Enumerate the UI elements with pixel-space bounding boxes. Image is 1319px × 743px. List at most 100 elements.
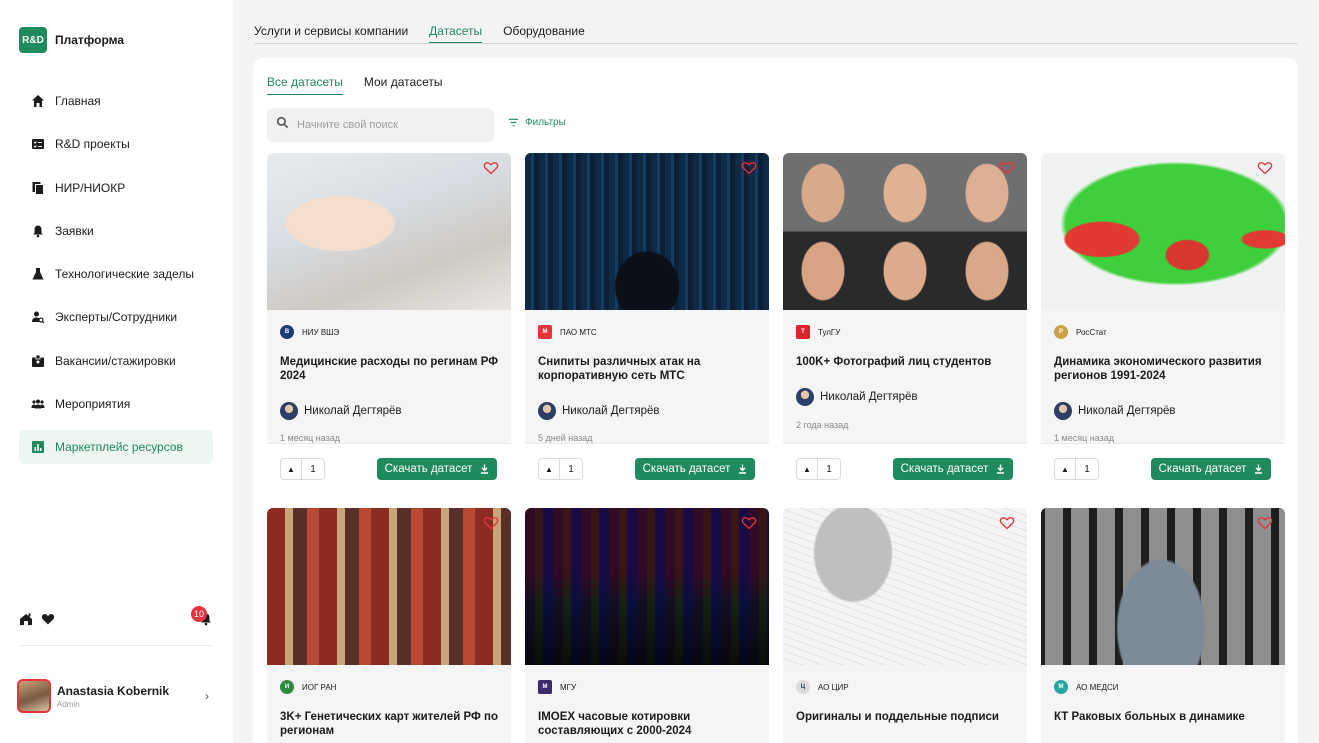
- org-logo-icon: M: [1054, 680, 1068, 694]
- tab-services[interactable]: Услуги и сервисы компании: [254, 24, 408, 43]
- dataset-time: 5 дней назад: [538, 433, 593, 443]
- dataset-card[interactable]: M АО МЕДСИ КТ Раковых больных в динамике: [1041, 508, 1285, 743]
- dataset-card[interactable]: Р РосСтат Динамика экономического развити…: [1041, 153, 1285, 493]
- dataset-title[interactable]: Оригиналы и поддельные подписи: [796, 710, 1018, 724]
- vote-control: ▲ 1: [1054, 458, 1099, 480]
- org-name: ТулГУ: [818, 327, 841, 337]
- sidebar-item-events[interactable]: Мероприятия: [19, 387, 213, 421]
- org-logo-icon: M: [538, 325, 552, 339]
- author[interactable]: Николай Дегтярёв: [538, 402, 660, 420]
- heart-outline-icon[interactable]: [1257, 516, 1273, 530]
- upvote-button[interactable]: ▲: [539, 459, 560, 479]
- tab-datasets[interactable]: Датасеты: [429, 24, 483, 43]
- dataset-title[interactable]: Снипиты различных атак на корпоративную …: [538, 355, 760, 383]
- heart-outline-icon[interactable]: [741, 516, 757, 530]
- author-avatar: [796, 388, 814, 406]
- dataset-time: 1 месяц назад: [280, 433, 340, 443]
- sidebar-item-label: Эксперты/Сотрудники: [55, 310, 178, 325]
- sidebar-item-requests[interactable]: Заявки: [19, 214, 213, 248]
- dataset-card[interactable]: И ИОГ РАН 3K+ Генетических карт жителей Р…: [267, 508, 511, 743]
- sidebar-item-label: Вакансии/стажировки: [55, 353, 176, 368]
- sidebar-item-nir[interactable]: НИР/НИОКР: [19, 171, 213, 205]
- vote-count: 1: [568, 463, 574, 475]
- download-button[interactable]: Скачать датасет: [377, 458, 497, 480]
- user-name: Anastasia Kobernik: [57, 683, 170, 698]
- org-logo-icon: И: [280, 680, 294, 694]
- author-name: Николай Дегтярёв: [562, 405, 660, 417]
- brand[interactable]: R&D Платформа: [19, 27, 124, 53]
- dataset-card[interactable]: T ТулГУ 100K+ Фотографий лиц студентов Ни…: [783, 153, 1027, 493]
- divider: [19, 645, 213, 646]
- search-input[interactable]: [297, 119, 477, 131]
- sidebar-item-tech[interactable]: Технологические заделы: [19, 257, 213, 291]
- avatar: [17, 679, 51, 713]
- org-name: ПАО МТС: [560, 327, 597, 337]
- download-button[interactable]: Скачать датасет: [893, 458, 1013, 480]
- user-search-icon: [31, 310, 45, 324]
- projects-icon: [31, 137, 45, 151]
- dataset-title[interactable]: Медицинские расходы по регинам РФ 2024: [280, 355, 502, 383]
- dataset-card[interactable]: В НИУ ВШЭ Медицинские расходы по регинам …: [267, 153, 511, 493]
- org-name: НИУ ВШЭ: [302, 327, 340, 337]
- dataset-image: [267, 153, 511, 310]
- dataset-title[interactable]: Динамика экономического развития регионо…: [1054, 355, 1276, 383]
- heart-outline-icon[interactable]: [483, 516, 499, 530]
- search-box[interactable]: [267, 108, 494, 142]
- heart-outline-icon[interactable]: [741, 161, 757, 175]
- sub-tabs: Все датасеты Мои датасеты: [267, 75, 464, 95]
- upvote-button[interactable]: ▲: [797, 459, 818, 479]
- heart-outline-icon[interactable]: [1257, 161, 1273, 175]
- dataset-title[interactable]: КТ Раковых больных в динамике: [1054, 710, 1276, 724]
- dataset-time: 1 месяц назад: [1054, 433, 1114, 443]
- filter-icon: [508, 118, 519, 127]
- vote-count: 1: [826, 463, 832, 475]
- dataset-card[interactable]: М МГУ IMOEX часовые котировки составляющи…: [525, 508, 769, 743]
- heart-icon[interactable]: [41, 612, 57, 628]
- author-name: Николай Дегтярёв: [1078, 405, 1176, 417]
- sidebar-item-experts[interactable]: Эксперты/Сотрудники: [19, 300, 213, 334]
- heart-outline-icon[interactable]: [999, 161, 1015, 175]
- org-name: МГУ: [560, 682, 577, 692]
- top-tabs: Услуги и сервисы компании Датасеты Обору…: [254, 24, 1298, 44]
- upvote-button[interactable]: ▲: [281, 459, 302, 479]
- tab-all-datasets[interactable]: Все датасеты: [267, 75, 343, 95]
- org-logo-icon: В: [280, 325, 294, 339]
- tab-my-datasets[interactable]: Мои датасеты: [364, 75, 443, 95]
- home-building-icon[interactable]: [19, 612, 35, 628]
- author[interactable]: Николай Дегтярёв: [796, 388, 918, 406]
- author-name: Николай Дегтярёв: [820, 391, 918, 403]
- download-label: Скачать датасет: [384, 463, 473, 475]
- heart-outline-icon[interactable]: [483, 161, 499, 175]
- dataset-title[interactable]: 3K+ Генетических карт жителей РФ по реги…: [280, 710, 502, 738]
- author[interactable]: Николай Дегтярёв: [1054, 402, 1176, 420]
- sidebar-item-marketplace[interactable]: Маркетплейс ресурсов: [19, 430, 213, 465]
- filters-button[interactable]: Фильтры: [508, 117, 566, 128]
- dataset-card[interactable]: M ПАО МТС Снипиты различных атак на корпо…: [525, 153, 769, 493]
- card-footer: ▲ 1 Скачать датасет: [267, 443, 511, 493]
- upvote-button[interactable]: ▲: [1055, 459, 1076, 479]
- dataset-title[interactable]: 100K+ Фотографий лиц студентов: [796, 355, 1018, 369]
- author-avatar: [280, 402, 298, 420]
- dataset-image: [1041, 508, 1285, 665]
- datasets-panel: Все датасеты Мои датасеты Фильтры В НИУ В…: [253, 58, 1298, 743]
- tab-equipment[interactable]: Оборудование: [503, 24, 585, 43]
- sidebar-item-rd-projects[interactable]: R&D проекты: [19, 127, 213, 161]
- sidebar-item-home[interactable]: Главная: [19, 84, 213, 118]
- download-label: Скачать датасет: [642, 463, 731, 475]
- search-icon: [276, 116, 289, 134]
- user-profile[interactable]: Anastasia Kobernik Admin ›: [17, 678, 213, 714]
- sidebar-item-label: Заявки: [55, 223, 94, 238]
- author-avatar: [1054, 402, 1072, 420]
- author[interactable]: Николай Дегтярёв: [280, 402, 402, 420]
- download-button[interactable]: Скачать датасет: [635, 458, 755, 480]
- card-footer: ▲ 1 Скачать датасет: [1041, 443, 1285, 493]
- org-logo-icon: Р: [1054, 325, 1068, 339]
- heart-outline-icon[interactable]: [999, 516, 1015, 530]
- org-name: АО ЦИР: [818, 682, 849, 692]
- sidebar-item-vacancies[interactable]: Вакансии/стажировки: [19, 344, 213, 378]
- download-label: Скачать датасет: [1158, 463, 1247, 475]
- dataset-card[interactable]: Ц АО ЦИР Оригиналы и поддельные подписи: [783, 508, 1027, 743]
- download-button[interactable]: Скачать датасет: [1151, 458, 1271, 480]
- dataset-title[interactable]: IMOEX часовые котировки составляющих с 2…: [538, 710, 760, 738]
- sidebar-item-label: R&D проекты: [55, 137, 130, 152]
